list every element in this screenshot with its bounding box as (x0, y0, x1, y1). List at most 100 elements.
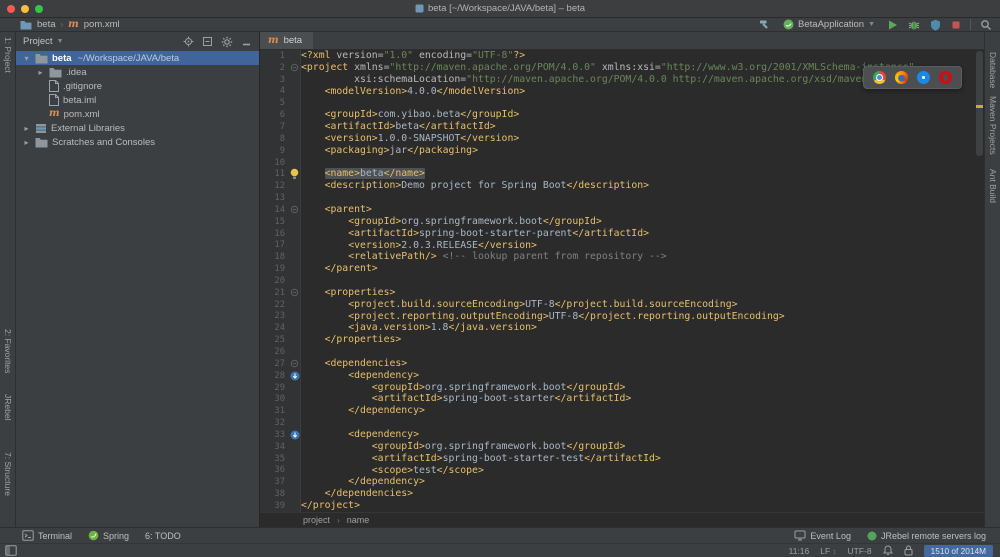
code-line-16[interactable]: 16 <artifactId>spring-boot-starter-paren… (260, 228, 975, 240)
code-line-11[interactable]: 11 <name>beta</name> (260, 168, 975, 180)
line-number: 4 (260, 86, 288, 96)
stop-icon[interactable] (951, 20, 961, 30)
tree-item-beta-iml[interactable]: beta.iml (16, 93, 259, 107)
tree-item-scratches-and-consoles[interactable]: ▸Scratches and Consoles (16, 135, 259, 149)
toolwindow-button-jrebel-remote-servers-log[interactable]: JRebel remote servers log (867, 530, 986, 541)
code-line-10[interactable]: 10 (260, 157, 975, 169)
code-line-31[interactable]: 31 </dependency> (260, 405, 975, 417)
code-line-20[interactable]: 20 (260, 275, 975, 287)
hide-icon[interactable] (241, 36, 252, 47)
code-line-28[interactable]: 28 <dependency> (260, 370, 975, 382)
nav-file[interactable]: pom.xml (84, 19, 120, 30)
encoding-indicator[interactable]: UTF-8 (848, 546, 872, 556)
expand-arrow-icon[interactable]: ▸ (22, 138, 31, 147)
safari-icon[interactable] (917, 71, 930, 84)
minimize-button[interactable] (21, 5, 29, 13)
code-line-39[interactable]: 39</project> (260, 500, 975, 512)
toolwindow-button-ant-build[interactable]: Ant Build (988, 169, 998, 203)
opera-icon[interactable] (939, 71, 952, 84)
code-line-36[interactable]: 36 <scope>test</scope> (260, 465, 975, 477)
tree-item-beta[interactable]: ▾beta~/Workspace/JAVA/beta (16, 51, 259, 65)
code-line-27[interactable]: 27 <dependencies> (260, 358, 975, 370)
tree-item-external-libraries[interactable]: ▸External Libraries (16, 121, 259, 135)
expand-arrow-icon[interactable]: ▸ (22, 124, 31, 133)
code-line-21[interactable]: 21 <properties> (260, 287, 975, 299)
caret-position[interactable]: 11:16 (789, 546, 810, 556)
editor-scrollbar[interactable] (975, 49, 984, 512)
tree-item-pom-xml[interactable]: mpom.xml (16, 107, 259, 121)
code-line-5[interactable]: 5 (260, 97, 975, 109)
code-line-38[interactable]: 38 </dependencies> (260, 488, 975, 500)
code-line-7[interactable]: 7 <artifactId>beta</artifactId> (260, 121, 975, 133)
code-line-25[interactable]: 25 </properties> (260, 334, 975, 346)
code-line-18[interactable]: 18 <relativePath/> <!-- lookup parent fr… (260, 251, 975, 263)
build-hammer-icon[interactable] (758, 18, 771, 31)
notification-bell-icon[interactable] (883, 545, 893, 556)
code-line-30[interactable]: 30 <artifactId>spring-boot-starter</arti… (260, 393, 975, 405)
toolwindow-button-spring[interactable]: Spring (88, 530, 129, 541)
scrollbar-thumb[interactable] (976, 51, 983, 156)
code-line-26[interactable]: 26 (260, 346, 975, 358)
nav-project[interactable]: beta (37, 19, 56, 30)
code-editor[interactable]: 1<?xml version="1.0" encoding="UTF-8"?> 2… (260, 50, 975, 512)
run-configuration-selector[interactable]: BetaApplication ▼ (780, 19, 878, 30)
run-icon[interactable] (887, 19, 898, 31)
toolwindow-button-event-log[interactable]: Event Log (794, 530, 851, 541)
editor-tab-pom[interactable]: m beta (260, 32, 313, 49)
code-text: <?xml version="1.0" encoding="UTF-8"?> (301, 50, 525, 62)
code-line-1[interactable]: 1<?xml version="1.0" encoding="UTF-8"?> (260, 50, 975, 62)
dep-icon[interactable] (290, 371, 300, 381)
toolwindow-button-database[interactable]: Database (988, 52, 998, 88)
toolwindow-button-2-favorites[interactable]: 2: Favorites (3, 329, 13, 373)
code-line-35[interactable]: 35 <artifactId>spring-boot-starter-test<… (260, 453, 975, 465)
code-line-14[interactable]: 14 <parent> (260, 204, 975, 216)
breadcrumb-name[interactable]: name (347, 515, 370, 525)
warning-stripe-mark[interactable] (976, 105, 983, 108)
toolwindow-button-7-structure[interactable]: 7: Structure (3, 452, 13, 496)
dep-icon[interactable] (290, 430, 300, 440)
code-line-23[interactable]: 23 <project.reporting.outputEncoding>UTF… (260, 311, 975, 323)
toolwindow-button-terminal[interactable]: Terminal (22, 530, 72, 541)
expand-arrow-icon[interactable]: ▾ (22, 54, 31, 63)
chevron-down-icon[interactable]: ▼ (57, 38, 64, 45)
toolwindow-button-1-project[interactable]: 1: Project (3, 37, 13, 73)
code-line-37[interactable]: 37 </dependency> (260, 476, 975, 488)
code-line-17[interactable]: 17 <version>2.0.3.RELEASE</version> (260, 240, 975, 252)
gear-icon[interactable] (221, 36, 233, 48)
tree-item-idea[interactable]: ▸.idea (16, 65, 259, 79)
firefox-icon[interactable] (895, 71, 908, 84)
close-button[interactable] (7, 5, 15, 13)
code-line-22[interactable]: 22 <project.build.sourceEncoding>UTF-8</… (260, 299, 975, 311)
bulb-icon[interactable] (289, 168, 300, 180)
coverage-icon[interactable] (930, 19, 941, 31)
memory-indicator[interactable]: 1510 of 2014M (924, 545, 993, 557)
code-line-15[interactable]: 15 <groupId>org.springframework.boot</gr… (260, 216, 975, 228)
code-line-34[interactable]: 34 <groupId>org.springframework.boot</gr… (260, 441, 975, 453)
code-line-19[interactable]: 19 </parent> (260, 263, 975, 275)
collapse-icon[interactable] (202, 36, 213, 47)
project-panel-title[interactable]: Project (23, 36, 53, 47)
debug-icon[interactable] (908, 19, 920, 31)
code-line-24[interactable]: 24 <java.version>1.8</java.version> (260, 322, 975, 334)
chrome-icon[interactable] (873, 71, 886, 84)
code-line-12[interactable]: 12 <description>Demo project for Spring … (260, 180, 975, 192)
code-line-29[interactable]: 29 <groupId>org.springframework.boot</gr… (260, 382, 975, 394)
code-line-32[interactable]: 32 (260, 417, 975, 429)
target-icon[interactable] (183, 36, 194, 47)
code-line-33[interactable]: 33 <dependency> (260, 429, 975, 441)
expand-arrow-icon[interactable]: ▸ (36, 68, 45, 77)
code-line-6[interactable]: 6 <groupId>com.yibao.beta</groupId> (260, 109, 975, 121)
toolwindow-button-6-todo[interactable]: 6: TODO (145, 530, 181, 541)
toolwindow-button-maven-projects[interactable]: Maven Projects (988, 96, 998, 155)
search-everywhere-icon[interactable] (980, 19, 992, 31)
code-line-13[interactable]: 13 (260, 192, 975, 204)
lock-icon[interactable] (904, 545, 913, 556)
breadcrumb-project[interactable]: project (303, 515, 330, 525)
toolwindow-button-jrebel[interactable]: JRebel (3, 394, 13, 420)
line-ending-indicator[interactable]: LF ↕ (820, 546, 836, 556)
zoom-button[interactable] (35, 5, 43, 13)
toolwindow-switcher-icon[interactable] (5, 545, 17, 556)
code-line-8[interactable]: 8 <version>1.0.0-SNAPSHOT</version> (260, 133, 975, 145)
tree-item-gitignore[interactable]: .gitignore (16, 79, 259, 93)
code-line-9[interactable]: 9 <packaging>jar</packaging> (260, 145, 975, 157)
